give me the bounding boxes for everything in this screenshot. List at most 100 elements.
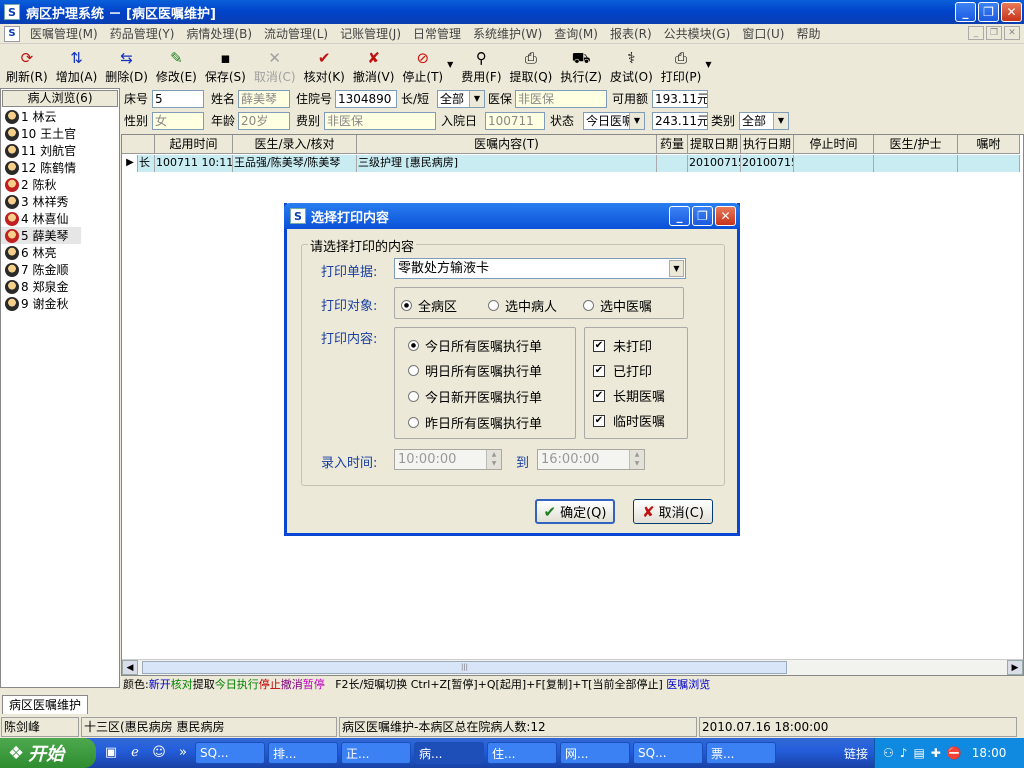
menu-flow[interactable]: 流动管理(L)	[258, 25, 334, 42]
desktop-icon[interactable]: ▣	[102, 744, 120, 762]
add-button[interactable]: ⇅ 增加(A)	[52, 46, 102, 87]
menu-window[interactable]: 窗口(U)	[736, 25, 790, 42]
type-select[interactable]: 全部	[437, 90, 485, 108]
print-button[interactable]: ⎙ 打印(P)	[657, 46, 706, 87]
content-today-new-radio[interactable]: 今日新开医嘱执行单	[408, 387, 542, 406]
available-field[interactable]: 193.11元	[652, 90, 708, 108]
order-browse-link[interactable]: 医嘱浏览	[666, 678, 710, 691]
spin-icon[interactable]: ▲ ▼	[629, 450, 644, 469]
ok-button[interactable]: ✔ 确定(Q)	[535, 499, 615, 524]
col-header-exec[interactable]: 执行日期	[741, 135, 794, 154]
network-icon[interactable]: ⚇	[883, 746, 894, 760]
admission-no-field[interactable]: 1304890	[335, 90, 397, 108]
col-header-dose[interactable]: 药量	[657, 135, 688, 154]
dialog-minimize-button[interactable]: _	[669, 206, 690, 226]
refresh-button[interactable]: ⟳ 刷新(R)	[2, 46, 52, 87]
menu-condition[interactable]: 病情处理(B)	[180, 25, 258, 42]
insurance-field[interactable]: 非医保	[515, 90, 607, 108]
stop-button[interactable]: ⊘ 停止(T)	[398, 46, 447, 87]
task-button[interactable]: 票...	[706, 742, 776, 764]
task-button[interactable]: SQ...	[633, 742, 703, 764]
tray-update-icon[interactable]: ✚	[931, 746, 941, 760]
col-header-stop[interactable]: 停止时间	[794, 135, 874, 154]
menu-query[interactable]: 查询(M)	[548, 25, 604, 42]
task-button[interactable]: 住...	[487, 742, 557, 764]
undo-button[interactable]: ✘ 撤消(V)	[349, 46, 399, 87]
more-icon[interactable]: »	[174, 744, 192, 762]
execute-button[interactable]: ⛟ 执行(Z)	[556, 46, 606, 87]
start-button[interactable]: ❖ 开始	[0, 738, 96, 768]
patient-item-selected[interactable]: 5 薛美琴	[1, 227, 81, 244]
menu-system[interactable]: 系统维护(W)	[467, 25, 548, 42]
patient-item[interactable]: 4 林喜仙	[1, 210, 119, 227]
spin-icon[interactable]: ▲ ▼	[486, 450, 501, 469]
time-from-field[interactable]: 10:00:00 ▲ ▼	[394, 449, 502, 470]
col-header-note[interactable]: 嘱咐	[958, 135, 1020, 154]
target-patient-radio[interactable]: 选中病人	[488, 296, 557, 315]
close-button[interactable]: ✕	[1001, 2, 1022, 22]
scroll-left-icon[interactable]: ◀	[122, 660, 138, 675]
dialog-maximize-button[interactable]: ❐	[692, 206, 713, 226]
horizontal-scrollbar[interactable]: ◀ ||| ▶	[122, 659, 1023, 675]
printed-checkbox[interactable]: ✔ 已打印	[593, 361, 652, 380]
menu-daily[interactable]: 日常管理	[407, 25, 467, 42]
fee-type-field[interactable]: 非医保	[324, 112, 436, 130]
sex-field[interactable]: 女	[152, 112, 204, 130]
time-to-field[interactable]: 16:00:00 ▲ ▼	[537, 449, 645, 470]
menu-common[interactable]: 公共模块(G)	[658, 25, 737, 42]
volume-icon[interactable]: ♪	[900, 746, 908, 760]
patient-item[interactable]: 7 陈金顺	[1, 261, 119, 278]
col-header-start[interactable]: 起用时间	[155, 135, 233, 154]
col-header-extract[interactable]: 提取日期	[688, 135, 741, 154]
task-button[interactable]: SQ...	[195, 742, 265, 764]
scroll-thumb[interactable]: |||	[142, 661, 787, 674]
patient-item[interactable]: 1 林云	[1, 108, 119, 125]
menu-help[interactable]: 帮助	[791, 25, 827, 42]
table-row[interactable]: ▶ 长 100711 10:11 王品强/陈美琴/陈美琴 三级护理 [惠民病房]…	[122, 155, 1020, 172]
menu-app-icon[interactable]: S	[4, 25, 20, 42]
skintest-button[interactable]: ⚕ 皮试(O)	[606, 46, 657, 87]
temporary-checkbox[interactable]: ✔ 临时医嘱	[593, 411, 665, 430]
patient-item[interactable]: 8 郑泉金	[1, 278, 119, 295]
patient-item[interactable]: 6 林亮	[1, 244, 119, 261]
clock[interactable]: 18:00	[972, 746, 1007, 760]
bed-field[interactable]: 5	[152, 90, 204, 108]
tray-app-icon[interactable]: ▤	[913, 746, 924, 760]
target-ward-radio[interactable]: ● 全病区	[401, 296, 457, 315]
check-button[interactable]: ✔ 核对(K)	[300, 46, 349, 87]
status-select[interactable]: 今日医嘱	[583, 112, 645, 130]
mdi-minimize-button[interactable]: _	[968, 26, 984, 40]
minimize-button[interactable]: _	[955, 2, 976, 22]
patient-item[interactable]: 10 王土官	[1, 125, 119, 142]
delete-button[interactable]: ⇆ 删除(D)	[101, 46, 152, 87]
patient-item[interactable]: 9 谢金秋	[1, 295, 119, 312]
content-tomorrow-all-radio[interactable]: 明日所有医嘱执行单	[408, 361, 542, 380]
col-header-content[interactable]: 医嘱内容(T)	[357, 135, 657, 154]
fee-button[interactable]: ⚲ 费用(F)	[457, 46, 505, 87]
content-yesterday-all-radio[interactable]: 昨日所有医嘱执行单	[408, 413, 542, 432]
qq-icon[interactable]: ☺	[150, 744, 168, 762]
save-button[interactable]: ▪ 保存(S)	[201, 46, 250, 87]
admit-date-field[interactable]: 100711	[485, 112, 545, 130]
mdi-restore-button[interactable]: ❐	[986, 26, 1002, 40]
menu-billing[interactable]: 记账管理(J)	[334, 25, 407, 42]
doc-select[interactable]: 零散处方输液卡 ▼	[394, 258, 686, 279]
menu-drugs[interactable]: 药品管理(Y)	[104, 25, 181, 42]
scroll-right-icon[interactable]: ▶	[1007, 660, 1023, 675]
patient-browser-title[interactable]: 病人浏览(6)	[2, 90, 118, 107]
links-toolbar[interactable]: 链接	[844, 745, 868, 762]
task-button[interactable]: 排...	[268, 742, 338, 764]
col-header-doctor[interactable]: 医生/录入/核对	[233, 135, 357, 154]
menu-report[interactable]: 报表(R)	[604, 25, 658, 42]
restore-button[interactable]: ❐	[978, 2, 999, 22]
age-field[interactable]: 20岁	[238, 112, 290, 130]
patient-item[interactable]: 12 陈鹤情	[1, 159, 119, 176]
task-button[interactable]: 正...	[341, 742, 411, 764]
dialog-cancel-button[interactable]: ✘ 取消(C)	[633, 499, 713, 524]
browser-icon[interactable]: ℯ	[126, 744, 144, 762]
unprinted-checkbox[interactable]: ✔ 未打印	[593, 336, 652, 355]
content-today-all-radio[interactable]: ● 今日所有医嘱执行单	[408, 336, 542, 355]
menu-orders[interactable]: 医嘱管理(M)	[24, 25, 104, 42]
dialog-close-button[interactable]: ✕	[715, 206, 736, 226]
patient-item[interactable]: 11 刘航官	[1, 142, 119, 159]
